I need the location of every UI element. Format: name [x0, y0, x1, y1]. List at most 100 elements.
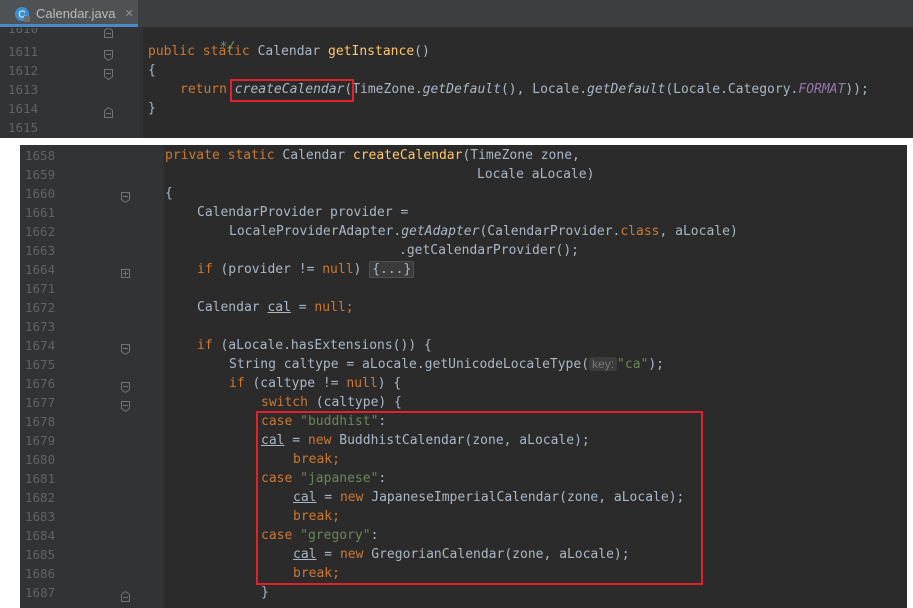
code-line: 1671 — [20, 279, 907, 298]
method-name-token: getInstance — [328, 44, 415, 59]
keyword-token: return — [180, 82, 227, 97]
punct-token: () — [414, 44, 430, 59]
tab-calendar-java[interactable]: C Calendar.java ✕ — [0, 0, 138, 27]
code-token: (caltype) { — [307, 395, 402, 410]
keyword-token: private — [165, 148, 220, 163]
fold-start-icon[interactable] — [121, 188, 130, 204]
keyword-token: static — [202, 44, 250, 59]
keyword-token: public — [148, 44, 195, 59]
fold-start-icon[interactable] — [121, 397, 130, 413]
code-token: ); — [648, 357, 665, 372]
code-editor-bottom[interactable]: 1658 private static Calendar createCalen… — [20, 145, 907, 608]
folded-code-region[interactable]: {...} — [369, 261, 415, 278]
code-token: (CalendarProvider. — [479, 224, 621, 239]
code-line: 1611 public static Calendar getInstance(… — [0, 42, 913, 62]
code-line: 1658 private static Calendar createCalen… — [20, 146, 907, 165]
fold-end-icon[interactable] — [104, 28, 113, 38]
fold-start-icon[interactable] — [104, 65, 113, 81]
editor-tab-bar: C Calendar.java ✕ — [0, 0, 913, 28]
brace-token: } — [261, 585, 269, 600]
variable-token: cal — [267, 300, 291, 315]
fold-end-icon[interactable] — [104, 103, 113, 118]
line-number: 1612 — [8, 63, 39, 78]
code-line: 1661 CalendarProvider provider = — [20, 203, 907, 222]
method-call-token: getDefault — [422, 82, 501, 97]
brace-token: } — [148, 101, 156, 116]
line-number: 1673 — [25, 319, 56, 334]
brace-token: { — [165, 186, 173, 201]
line-number: 1679 — [25, 433, 56, 448]
code-token: LocaleProviderAdapter. — [229, 224, 402, 239]
method-call-token: getAdapter — [401, 224, 480, 239]
line-number: 1671 — [25, 281, 56, 296]
highlight-box-create-calendar — [230, 79, 354, 102]
keyword-token: if — [197, 262, 213, 277]
code-token: CalendarProvider provider = — [197, 205, 409, 220]
code-token: ) { — [377, 376, 402, 391]
line-number: 1676 — [25, 376, 56, 391]
keyword-token: null — [314, 300, 346, 315]
close-icon[interactable]: ✕ — [125, 7, 134, 20]
code-token: = — [290, 300, 315, 315]
active-tab-indicator — [0, 24, 138, 27]
line-number: 1660 — [25, 186, 56, 201]
code-token: Locale aLocale) — [477, 167, 595, 182]
line-number: 1664 — [25, 262, 56, 277]
line-number: 1672 — [25, 300, 56, 315]
code-line: 1612 { — [0, 61, 913, 81]
line-number: 1680 — [25, 452, 56, 467]
fold-start-icon[interactable] — [104, 46, 113, 62]
line-number: 1610 — [8, 28, 39, 36]
code-token: (), Locale. — [500, 82, 588, 97]
code-line: 1687 } — [20, 583, 907, 602]
line-number: 1677 — [25, 395, 56, 410]
method-name-token: createCalendar — [352, 148, 463, 163]
keyword-token: if — [197, 338, 213, 353]
parameter-hint: key: — [589, 357, 618, 371]
string-token: "ca" — [617, 357, 649, 372]
fold-end-icon[interactable] — [121, 587, 130, 602]
line-number: 1614 — [8, 101, 39, 116]
line-number: 1615 — [8, 120, 39, 135]
keyword-token: switch — [261, 395, 308, 410]
line-number: 1683 — [25, 509, 56, 524]
type-token: Calendar — [257, 44, 321, 59]
code-line: 1610 */ — [0, 28, 913, 55]
type-token: Calendar — [282, 148, 346, 163]
line-number: 1662 — [25, 224, 56, 239]
code-token: (TimeZone zone, — [462, 148, 580, 163]
highlight-box-switch-cases — [256, 411, 703, 585]
bottom-editor-panel: 1658 private static Calendar createCalen… — [20, 145, 907, 608]
line-number: 1663 — [25, 243, 56, 258]
code-token: , aLocale) — [659, 224, 738, 239]
fold-start-icon[interactable] — [121, 340, 130, 356]
code-line: 1614 } — [0, 99, 913, 118]
keyword-token: null — [322, 262, 354, 277]
top-editor-panel: C Calendar.java ✕ 1610 */ 1611 public st… — [0, 0, 913, 138]
code-line: 1663 .getCalendarProvider(); — [20, 241, 907, 260]
code-editor-top[interactable]: 1610 */ 1611 public static Calendar getI… — [0, 28, 913, 138]
code-token: Calendar — [197, 300, 268, 315]
code-token: (provider != — [212, 262, 323, 277]
keyword-token: null — [346, 376, 378, 391]
fold-expand-icon[interactable] — [121, 264, 130, 278]
code-line: 1676 if (caltype != null) { — [20, 374, 907, 394]
code-line: 1615 — [0, 118, 913, 137]
line-number: 1684 — [25, 528, 56, 543]
constant-token: FORMAT — [798, 82, 846, 97]
code-token: (aLocale.hasExtensions()) { — [212, 338, 432, 353]
code-token: )); — [845, 82, 869, 97]
fold-start-icon[interactable] — [121, 378, 130, 394]
tab-filename: Calendar.java — [36, 6, 116, 21]
java-class-icon: C — [14, 6, 30, 22]
line-number: 1685 — [25, 547, 56, 562]
punct-token: ; — [345, 300, 354, 315]
code-line: 1664 if (provider != null) {...} — [20, 260, 907, 279]
keyword-token: if — [229, 376, 245, 391]
code-line: 1660 { — [20, 184, 907, 204]
code-token: (Locale.Category. — [665, 82, 799, 97]
code-token: (caltype != — [244, 376, 347, 391]
line-number: 1659 — [25, 167, 56, 182]
keyword-token: class — [620, 224, 660, 239]
code-line: 1613 return createCalendar(TimeZone.getD… — [0, 80, 913, 99]
